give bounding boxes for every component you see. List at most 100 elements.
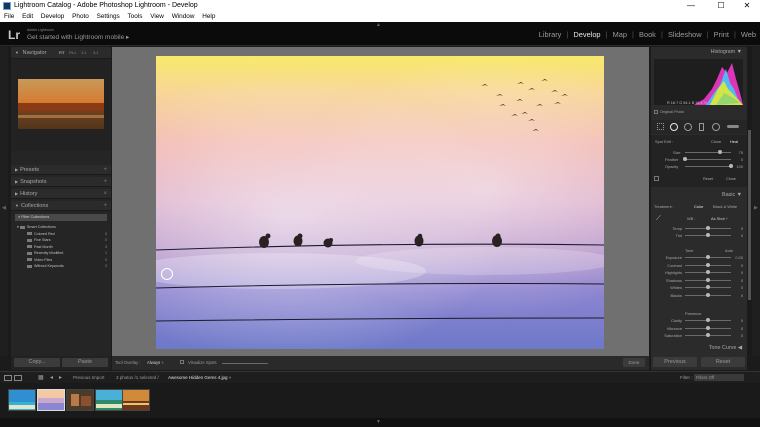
exposure-slider-knob[interactable] — [706, 255, 710, 259]
whites-slider-knob[interactable] — [706, 285, 710, 289]
temp-slider-knob[interactable] — [706, 226, 710, 230]
collections-header[interactable]: ▼ Collections + — [11, 201, 111, 211]
collapse-right-icon[interactable]: ▶ — [754, 205, 758, 211]
size-value[interactable]: 75 — [733, 150, 743, 155]
right-panel-toggle-strip[interactable]: ▶ — [752, 47, 760, 356]
minimize-button[interactable]: — — [680, 0, 702, 12]
whites-value[interactable]: 0 — [733, 285, 743, 290]
spot-removal-icon[interactable] — [670, 123, 678, 131]
filmstrip-thumbnail[interactable] — [95, 389, 123, 411]
auto-tone-button[interactable]: Auto — [725, 248, 733, 253]
blacks-slider-knob[interactable] — [706, 292, 710, 297]
tone-curve-header[interactable]: Tone Curve ◀ — [651, 344, 747, 353]
lightroom-mobile-link[interactable]: Get started with Lightroom mobile ▸ — [27, 33, 129, 41]
module-web[interactable]: Web — [741, 30, 756, 39]
contrast-slider-knob[interactable] — [706, 262, 710, 267]
source-label[interactable]: Previous Import — [73, 375, 105, 380]
tint-slider-knob[interactable] — [706, 233, 710, 237]
reset-button[interactable]: Reset — [701, 357, 745, 367]
module-library[interactable]: Library — [539, 30, 562, 39]
menu-help[interactable]: Help — [202, 13, 215, 20]
temp-value[interactable]: 0 — [733, 226, 743, 231]
clarity-slider-knob[interactable] — [706, 318, 710, 322]
collapse-top-panel-icon[interactable]: ▲ — [376, 22, 381, 28]
clone-mode[interactable]: Clone — [711, 139, 721, 144]
red-eye-icon[interactable] — [684, 123, 692, 131]
menu-tools[interactable]: Tools — [127, 13, 142, 20]
module-book[interactable]: Book — [639, 30, 656, 39]
collapse-left-icon[interactable]: ◀ — [2, 205, 6, 211]
add-preset-icon[interactable]: + — [103, 165, 107, 175]
zoom-fit[interactable]: FIT — [59, 47, 65, 59]
size-slider-knob[interactable] — [717, 150, 722, 154]
previous-button[interactable]: Previous — [653, 357, 697, 367]
history-header[interactable]: ▶ History × — [11, 189, 111, 199]
histogram-graph[interactable] — [654, 59, 743, 105]
menu-develop[interactable]: Develop — [41, 13, 64, 20]
grid-view-icon[interactable]: ▦ — [38, 374, 44, 381]
add-snapshot-icon[interactable]: + — [103, 177, 107, 187]
module-slideshow[interactable]: Slideshow — [668, 30, 702, 39]
zoom-1-1[interactable]: 1:1 — [81, 47, 86, 59]
paste-button[interactable]: Paste — [62, 358, 108, 367]
saturation-slider-knob[interactable] — [706, 333, 710, 337]
radial-filter-icon[interactable] — [712, 123, 720, 131]
zoom-3-1[interactable]: 3:1 — [93, 47, 98, 59]
add-collection-icon[interactable]: + — [103, 201, 107, 211]
collection-item[interactable]: Without Keywords 3 — [11, 263, 111, 270]
visualize-spots-checkbox[interactable] — [180, 360, 184, 364]
zoom-fill[interactable]: FILL — [69, 47, 77, 59]
shadows-slider-knob[interactable] — [706, 277, 710, 282]
bottom-panel-toggle-strip[interactable]: ▼ — [0, 418, 760, 427]
right-panel-scrollbar[interactable] — [748, 130, 751, 300]
visualize-spots-slider[interactable] — [222, 363, 268, 364]
navigator-header[interactable]: ▼ Navigator FIT FILL 1:1 3:1 — [11, 47, 111, 59]
spot-close-button[interactable]: Close — [726, 176, 736, 181]
original-photo-checkbox[interactable] — [654, 110, 658, 114]
saturation-value[interactable]: 0 — [733, 333, 743, 338]
blacks-value[interactable]: 0 — [733, 293, 743, 298]
snapshots-header[interactable]: ▶ Snapshots + — [11, 177, 111, 187]
adjustment-brush-icon[interactable] — [727, 125, 739, 128]
tint-value[interactable]: 0 — [733, 233, 743, 238]
treatment-color[interactable]: Color — [694, 204, 703, 209]
clear-history-icon[interactable]: × — [103, 189, 107, 199]
exposure-value[interactable]: 0.00 — [733, 255, 743, 260]
back-arrow-icon[interactable]: ◂ — [50, 374, 53, 381]
module-print[interactable]: Print — [714, 30, 729, 39]
filter-collections-field[interactable]: ⌕ Filter Collections — [15, 214, 107, 221]
clarity-value[interactable]: 0 — [733, 318, 743, 323]
opacity-slider[interactable] — [685, 166, 731, 167]
wb-select[interactable]: As Shot ÷ — [711, 216, 728, 221]
module-develop[interactable]: Develop — [573, 30, 600, 39]
menu-window[interactable]: Window — [172, 13, 195, 20]
second-window-icon[interactable] — [14, 375, 22, 381]
main-photo[interactable] — [156, 56, 604, 349]
feather-slider-knob[interactable] — [683, 157, 687, 161]
collapse-bottom-icon[interactable]: ▼ — [376, 419, 381, 425]
close-button[interactable]: ✕ — [736, 0, 758, 12]
shadows-value[interactable]: 0 — [733, 278, 743, 283]
left-panel-toggle-strip[interactable]: ◀ — [0, 47, 8, 356]
highlights-value[interactable]: 0 — [733, 270, 743, 275]
filmstrip-thumbnail[interactable] — [66, 389, 94, 411]
white-balance-picker-icon[interactable]: ⟋ — [656, 215, 661, 223]
menu-edit[interactable]: Edit — [22, 13, 33, 20]
contrast-value[interactable]: 0 — [733, 263, 743, 268]
menu-settings[interactable]: Settings — [97, 13, 120, 20]
menu-file[interactable]: File — [4, 13, 14, 20]
filter-select[interactable]: Filters Off — [694, 374, 744, 381]
spot-reset-button[interactable]: Reset — [703, 176, 713, 181]
vibrance-slider-knob[interactable] — [706, 325, 710, 330]
size-slider[interactable] — [685, 152, 731, 153]
treatment-bw[interactable]: Black & White — [713, 204, 737, 209]
menu-photo[interactable]: Photo — [72, 13, 89, 20]
heal-mode[interactable]: Heal — [730, 139, 738, 144]
navigator-thumbnail[interactable] — [18, 79, 104, 129]
opacity-value[interactable]: 100 — [733, 164, 744, 169]
main-window-icon[interactable] — [4, 375, 12, 381]
tool-toggle-icon[interactable] — [654, 176, 659, 181]
copy-button[interactable]: Copy... — [14, 358, 60, 367]
tool-overlay-select[interactable]: Always ÷ — [147, 360, 164, 365]
presets-header[interactable]: ▶ Presets + — [11, 165, 111, 175]
